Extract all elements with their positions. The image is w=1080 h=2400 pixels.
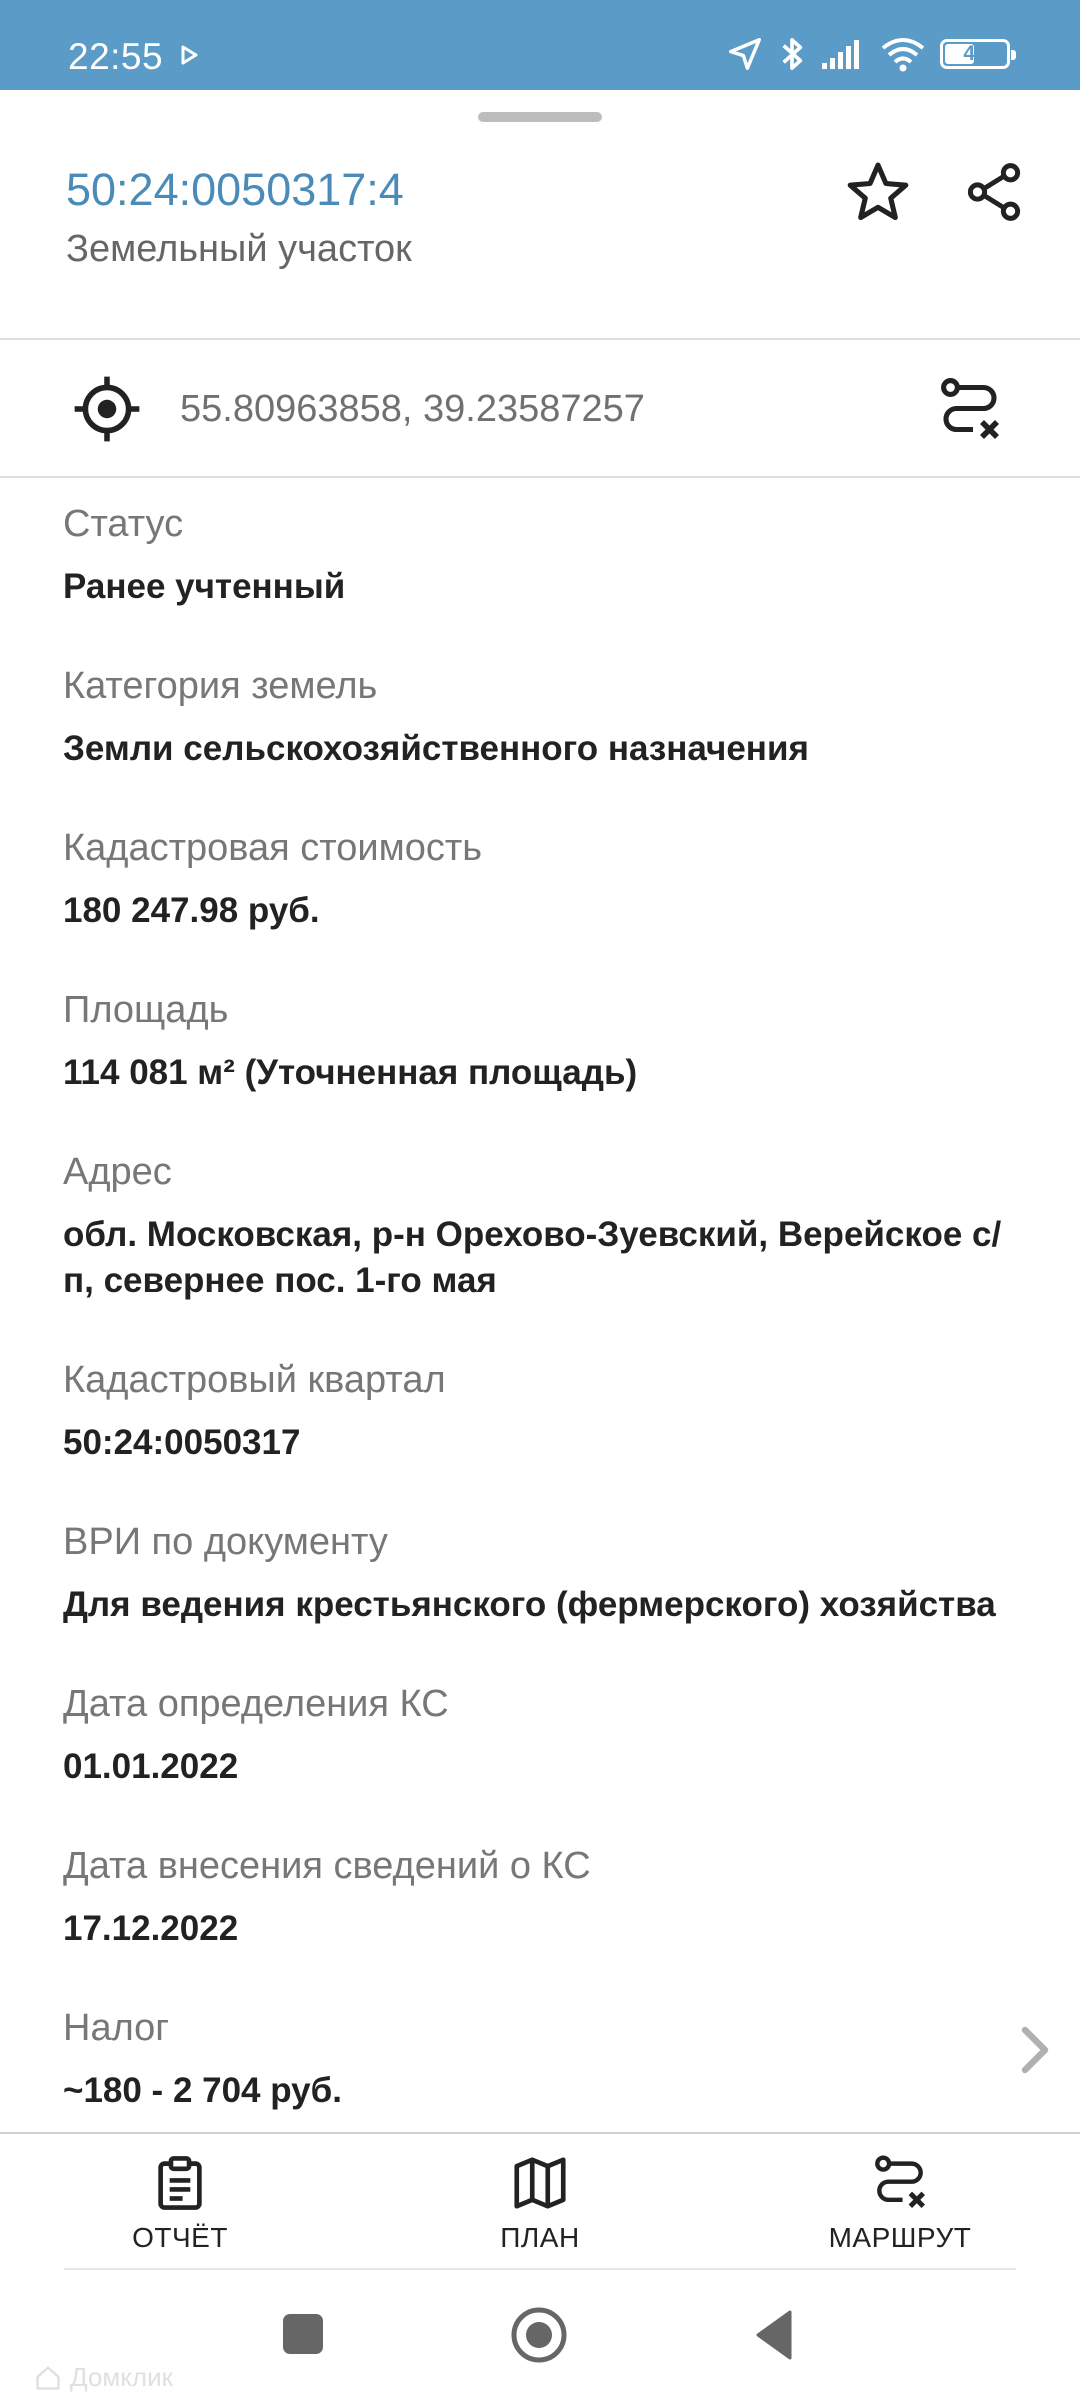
recents-button[interactable] — [283, 2314, 323, 2354]
field-permitted-use: ВРИ по документу Для ведения крестьянско… — [63, 1518, 1073, 1628]
bottom-action-bar: ОТЧЁТ ПЛАН МАРШРУТ — [0, 2134, 1080, 2270]
status-bar: 22:55 45 — [0, 0, 1080, 90]
field-label: Дата определения КС — [63, 1683, 449, 1725]
battery-icon: 45 — [940, 39, 1016, 69]
star-icon — [847, 162, 909, 221]
route-icon — [875, 2155, 925, 2208]
share-icon — [967, 163, 1021, 221]
field-value: Земли сельскохозяйственного назначения — [63, 729, 809, 768]
tab-plan[interactable]: ПЛАН — [430, 2152, 650, 2262]
back-button[interactable] — [754, 2308, 794, 2362]
field-valuation-date: Дата определения КС 01.01.2022 — [63, 1680, 1073, 1790]
chevron-right-icon[interactable] — [1010, 2020, 1060, 2080]
favorite-button[interactable] — [840, 154, 916, 230]
route-cancel-icon[interactable] — [934, 374, 1006, 446]
battery-level: 45 — [963, 42, 987, 65]
object-type: Земельный участок — [66, 228, 412, 270]
address-line-2: п, севернее пос. 1-го мая — [63, 1261, 497, 1300]
map-icon — [514, 2157, 566, 2209]
field-value: ~180 - 2 704 руб. — [63, 2071, 342, 2110]
bluetooth-icon — [782, 38, 803, 70]
field-value: 50:24:0050317 — [63, 1423, 301, 1462]
coordinates-text[interactable]: 55.80963858, 39.23587257 — [180, 388, 645, 431]
field-value: Для ведения крестьянского (фермерского) … — [63, 1585, 996, 1624]
tab-route[interactable]: МАРШРУТ — [790, 2152, 1010, 2262]
field-entry-date: Дата внесения сведений о КС 17.12.2022 — [63, 1842, 1073, 1952]
field-label: Категория земель — [63, 665, 378, 707]
status-icons: 45 — [726, 34, 1016, 74]
field-label: Кадастровая стоимость — [63, 827, 483, 869]
watermark-text: Домклик — [70, 2362, 173, 2392]
field-value: 114 081 м² (Уточненная площадь) — [63, 1053, 638, 1092]
field-value: 01.01.2022 — [63, 1747, 239, 1786]
tab-report[interactable]: ОТЧЁТ — [70, 2152, 290, 2262]
clipboard-icon — [158, 2156, 202, 2210]
field-address: Адрес обл. Московская, р-н Орехово-Зуевс… — [63, 1148, 1073, 1304]
share-button[interactable] — [956, 154, 1032, 230]
field-label: Адрес — [63, 1151, 172, 1193]
home-button[interactable] — [510, 2306, 568, 2364]
status-time: 22:55 — [68, 36, 164, 77]
header-divider — [0, 338, 1080, 340]
play-icon — [181, 45, 198, 65]
signal-icon — [822, 40, 859, 69]
field-label: Налог — [63, 2007, 170, 2049]
field-cadastral-quarter: Кадастровый квартал 50:24:0050317 — [63, 1356, 1073, 1466]
address-line-1: обл. Московская, р-н Орехово-Зуевский, В… — [63, 1215, 1002, 1254]
wifi-icon — [881, 38, 925, 72]
field-cadastral-value: Кадастровая стоимость 180 247.98 руб. — [63, 824, 1073, 934]
tab-label: МАРШРУТ — [828, 2222, 972, 2253]
cadastral-number: 50:24:0050317:4 — [66, 164, 404, 215]
field-land-category: Категория земель Земли сельскохозяйствен… — [63, 662, 1073, 772]
field-value: обл. Московская, р-н Орехово-Зуевский, В… — [63, 1212, 1073, 1304]
coordinates-row: 55.80963858, 39.23587257 — [0, 342, 1080, 476]
tab-label: ОТЧЁТ — [132, 2222, 228, 2253]
location-arrow-icon — [729, 38, 761, 70]
field-value: Ранее учтенный — [63, 567, 346, 606]
watermark: Домклик — [34, 2362, 173, 2393]
field-area: Площадь 114 081 м² (Уточненная площадь) — [63, 986, 1073, 1096]
field-label: Кадастровый квартал — [63, 1359, 446, 1401]
sheet-drag-handle[interactable] — [478, 112, 602, 122]
tab-label: ПЛАН — [500, 2222, 580, 2253]
target-location-icon[interactable] — [70, 372, 144, 446]
field-label: Статус — [63, 503, 184, 545]
field-value: 17.12.2022 — [63, 1909, 239, 1948]
field-value: 180 247.98 руб. — [63, 891, 320, 930]
field-label: Дата внесения сведений о КС — [63, 1845, 591, 1887]
house-icon — [36, 2365, 60, 2390]
field-label: Площадь — [63, 989, 229, 1031]
coordinates-divider — [0, 476, 1080, 478]
field-label: ВРИ по документу — [63, 1521, 388, 1563]
field-status: Статус Ранее учтенный — [63, 500, 1073, 610]
field-tax[interactable]: Налог ~180 - 2 704 руб. — [63, 2004, 1073, 2114]
